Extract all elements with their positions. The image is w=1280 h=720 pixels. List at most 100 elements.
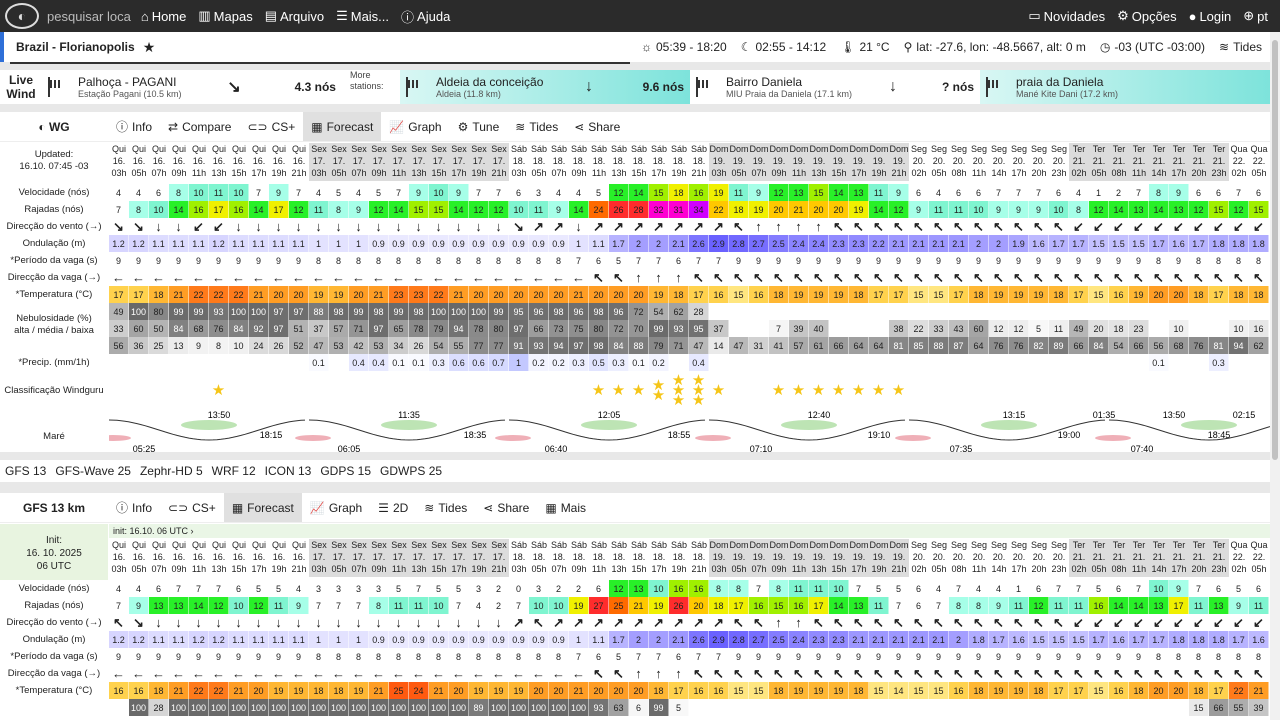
gfs-tab-share[interactable]: ⋖ Share bbox=[475, 493, 537, 522]
gfs-cell-period: 8 bbox=[349, 648, 369, 665]
gfs-tab-more[interactable]: ▦ Mais bbox=[537, 493, 594, 522]
model-tab-4[interactable]: ICON 13 bbox=[265, 464, 312, 478]
station-0[interactable]: Palhoça - PAGANI Estação Pagani (10.5 km)… bbox=[42, 70, 342, 104]
gfs-header-hour: 09h bbox=[171, 564, 187, 574]
gfs-header-hour: 13h bbox=[211, 564, 227, 574]
wg-cell-rating bbox=[569, 376, 589, 406]
wg-cell-rating: ★ bbox=[209, 376, 229, 406]
gfs-row-wavedir: ← ← ← ← ← ← ← ← ← ← ← ← ← ← ← ← ← ← ← ← ← ← ← ← ↖ ↖ ↑ ↑ ↑ ↖ ↖ ↖ ↖ ↖ ↖ ↖ ↖ ↖ ↖ ↖… bbox=[109, 665, 1269, 682]
wg-cell-cloud_h bbox=[869, 303, 889, 320]
wg-cell-rating bbox=[229, 376, 249, 406]
gfs-cell-dir: ↖ bbox=[849, 614, 869, 631]
wg-star-icon: ★ bbox=[611, 382, 626, 399]
wg-cell-rating bbox=[469, 376, 489, 406]
nav-archive[interactable]: ▤ Arquivo bbox=[265, 8, 324, 24]
scrollbar-thumb[interactable] bbox=[1272, 40, 1278, 460]
gfs-cell-period: 9 bbox=[769, 648, 789, 665]
gfs-cell-wavedir: ← bbox=[269, 665, 289, 682]
gfs-tab-forecast[interactable]: ▦ Forecast bbox=[223, 493, 302, 522]
tab-share[interactable]: ⋖ Share bbox=[566, 112, 628, 141]
nav-home[interactable]: ⌂ Home bbox=[141, 9, 187, 24]
gfs-header-cell: Ter 21. 08h bbox=[1109, 539, 1129, 577]
nav-maps[interactable]: ▥ Mapas bbox=[198, 8, 252, 24]
gfs-cell-wave: 1.2 bbox=[189, 631, 209, 648]
gfs-cell-gusts: 13 bbox=[1209, 597, 1229, 614]
nav-language[interactable]: ⊕ pt bbox=[1243, 8, 1268, 24]
tab-forecast[interactable]: ▦ Forecast bbox=[303, 112, 382, 141]
tab-tides[interactable]: ≋ Tides bbox=[507, 112, 566, 141]
wg-header-day: Sex bbox=[311, 144, 327, 154]
favorite-star-icon[interactable]: ★ bbox=[143, 39, 156, 56]
model-tab-6[interactable]: GDWPS 25 bbox=[380, 464, 442, 478]
gfs-cell-gusts: 9 bbox=[989, 597, 1009, 614]
wg-header-date: 17. bbox=[392, 156, 406, 166]
gfs-cell-speed: 5 bbox=[389, 580, 409, 597]
gfs-cell-cloud_h: 100 bbox=[529, 699, 549, 716]
windguru-logo-icon[interactable]: ◐ bbox=[5, 3, 39, 29]
gfs-init-bar[interactable]: init: 16.10. 06 UTC › bbox=[109, 524, 1270, 538]
wg-cell-cloud_l: 81 bbox=[1209, 337, 1229, 354]
tab-info[interactable]: ⓘ Info bbox=[108, 112, 160, 141]
wg-cell-temp: 22 bbox=[229, 286, 249, 303]
wg-cell-rating bbox=[1109, 376, 1129, 406]
gfs-cell-wavedir: ↖ bbox=[969, 665, 989, 682]
gfs-tab-graph[interactable]: 📈 Graph bbox=[302, 493, 370, 522]
wg-cell-wave: 2.8 bbox=[729, 235, 749, 252]
tab-tune[interactable]: ⚙ Tune bbox=[450, 112, 508, 141]
nav-news[interactable]: ▭ Novidades bbox=[1028, 8, 1105, 24]
wg-cell-dir: ↖ bbox=[929, 218, 949, 235]
gfs-header-cell: Dom 19. 15h bbox=[829, 539, 849, 577]
nav-more[interactable]: ☰ Mais... bbox=[336, 8, 389, 24]
wg-cell-precip: 0.7 bbox=[489, 354, 509, 371]
tab-graph[interactable]: 📈 Graph bbox=[381, 112, 449, 141]
page-scrollbar[interactable] bbox=[1270, 32, 1280, 720]
wg-cell-gusts: 14 bbox=[389, 201, 409, 218]
model-tab-5[interactable]: GDPS 15 bbox=[320, 464, 371, 478]
model-tab-1[interactable]: GFS-Wave 25 bbox=[55, 464, 131, 478]
wg-cell-cloud_m: 72 bbox=[609, 320, 629, 337]
gfs-header-hour: 11h bbox=[591, 564, 607, 574]
gfs-cell-gusts: 9 bbox=[1229, 597, 1249, 614]
nav-help[interactable]: ⓘ Ajuda bbox=[401, 7, 450, 26]
gfs-cell-wavedir: ← bbox=[489, 665, 509, 682]
tides-link[interactable]: ≋ Tides bbox=[1219, 40, 1262, 54]
gfs-cell-gusts: 19 bbox=[649, 597, 669, 614]
gfs-cell-wave: 2.1 bbox=[929, 631, 949, 648]
gfs-cell-wave: 2.1 bbox=[909, 631, 929, 648]
wg-header-day: Ter bbox=[1112, 144, 1126, 154]
wg-cell-gusts: 9 bbox=[1029, 201, 1049, 218]
gfs-tab-2d[interactable]: ☰ 2D bbox=[370, 493, 416, 522]
tab-cs[interactable]: ⊂⊃ CS+ bbox=[239, 112, 303, 141]
model-tab-0[interactable]: GFS 13 bbox=[5, 464, 46, 478]
gfs-cell-gusts: 18 bbox=[709, 597, 729, 614]
gfs-header-hour: 17h bbox=[251, 564, 267, 574]
wg-cell-dir: ↓ bbox=[229, 218, 249, 235]
wg-cell-rating: ★ bbox=[769, 376, 789, 406]
wg-cell-rating bbox=[1029, 376, 1049, 406]
station-1[interactable]: Aldeia da conceição Aldeia (11.8 km) ↓ 9.6 … bbox=[400, 70, 690, 104]
gfs-header-hour: 05h bbox=[1251, 564, 1267, 574]
gfs-header-cell: Sex 17. 03h bbox=[309, 539, 329, 577]
search-input[interactable]: pesquisar loca bbox=[47, 9, 131, 24]
wg-header-hour: 15h bbox=[631, 168, 647, 178]
station-3[interactable]: praia da Daniela Mané Kite Dani (17.2 km) bbox=[980, 70, 1270, 104]
gfs-tab-cs[interactable]: ⊂⊃ CS+ bbox=[160, 493, 224, 522]
gfs-cell-wavedir: ← bbox=[209, 665, 229, 682]
wg-header-hour: 17h bbox=[1011, 168, 1027, 178]
tab-compare[interactable]: ⇄ Compare bbox=[160, 112, 239, 141]
wg-row-temp: 17 17 18 21 22 22 22 21 20 20 19 19 20 21 23 23 22 21 20 20… bbox=[109, 286, 1269, 303]
gfs-header-day: Seg bbox=[970, 540, 987, 550]
gfs-cell-cloud_h: 100 bbox=[309, 699, 329, 716]
station-2[interactable]: Bairro Daniela MIU Praia da Daniela (17.1… bbox=[690, 70, 980, 104]
model-tab-2[interactable]: Zephr-HD 5 bbox=[140, 464, 203, 478]
nav-options[interactable]: ⚙ Opções bbox=[1117, 8, 1176, 24]
gfs-cell-wavedir: ↖ bbox=[789, 665, 809, 682]
nav-login[interactable]: ● Login bbox=[1189, 8, 1232, 24]
gfs-tab-tides[interactable]: ≋ Tides bbox=[416, 493, 475, 522]
wg-header-cell: Ter 21. 17h bbox=[1169, 143, 1189, 181]
wg-tide-low-time: 07:40 bbox=[1131, 444, 1154, 454]
wg-cell-wave: 1.7 bbox=[609, 235, 629, 252]
gfs-tab-info[interactable]: ⓘ Info bbox=[108, 493, 160, 522]
wg-cell-gusts: 9 bbox=[989, 201, 1009, 218]
model-tab-3[interactable]: WRF 12 bbox=[212, 464, 256, 478]
